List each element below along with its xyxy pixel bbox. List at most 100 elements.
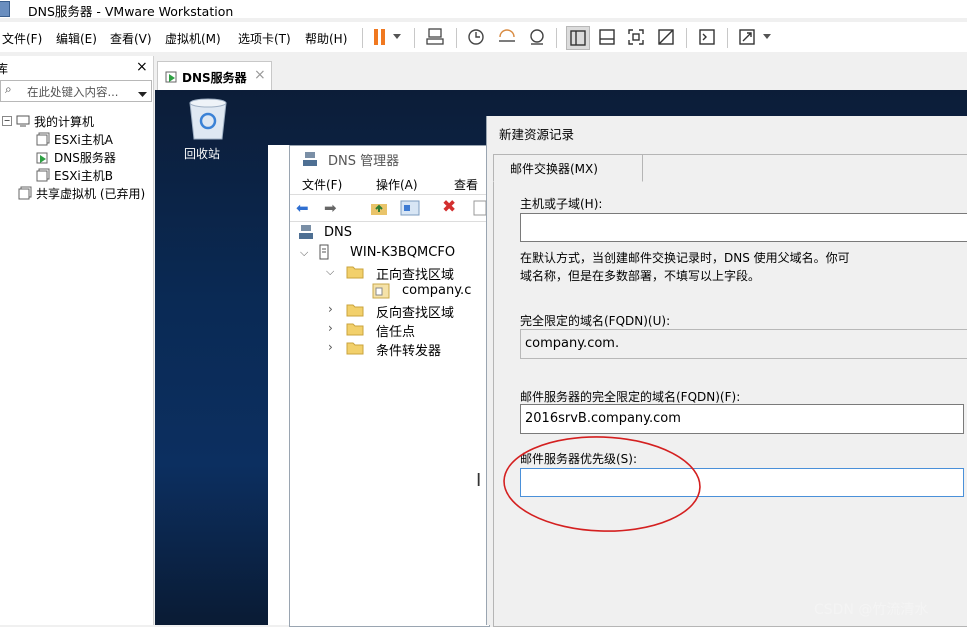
menu-tabs[interactable]: 选项卡(T) <box>238 30 291 47</box>
properties-icon[interactable] <box>473 200 487 216</box>
annotation-circle <box>503 436 701 532</box>
fullscreen-icon[interactable] <box>625 26 647 48</box>
mail-server-input[interactable]: 2016srvB.company.com <box>520 404 964 434</box>
window-title: DNS服务器 - VMware Workstation <box>28 4 234 19</box>
fqdn-field: company.com. <box>520 329 967 359</box>
library-panel: 库 × ⌕ 在此处键入内容... − 我的计算机 ESXi主机A DNS服务器 … <box>0 56 154 625</box>
dns-icon <box>299 225 313 239</box>
host-input[interactable] <box>520 213 967 242</box>
dns-menu-file[interactable]: 文件(F) <box>302 176 342 193</box>
snapshot-manager-icon[interactable] <box>526 26 548 48</box>
dns-tree-forward-zone[interactable]: 正向查找区域 <box>376 264 454 283</box>
running-vm-icon <box>36 152 48 164</box>
hint-line-2: 域名称，但是在多数部署，不填写以上字段。 <box>520 269 761 283</box>
tree-vm-esxi-b[interactable]: ESXi主机B <box>36 166 113 184</box>
dns-tree-root[interactable]: DNS <box>324 225 352 240</box>
expand-trust-icon[interactable]: › <box>328 321 333 335</box>
tree-my-computer-label: 我的计算机 <box>34 114 95 129</box>
text-cursor-icon: I <box>476 470 482 491</box>
snapshot-icon[interactable] <box>465 26 487 48</box>
vmware-app-icon <box>0 1 10 17</box>
tree-my-computer[interactable]: − 我的计算机 <box>0 112 94 130</box>
expand-forwarders-icon[interactable]: › <box>328 340 333 354</box>
tab-label: DNS服务器 <box>182 71 247 85</box>
computer-icon <box>16 115 30 127</box>
vm-tab-strip <box>155 56 967 90</box>
zone-icon <box>372 283 390 299</box>
forward-arrow-icon[interactable]: ➡ <box>324 199 337 217</box>
tab-dns-server[interactable]: DNS服务器 × <box>157 61 272 90</box>
stretch-icon[interactable] <box>736 26 758 48</box>
menu-vm[interactable]: 虚拟机(M) <box>165 30 221 47</box>
chevron-down-icon[interactable] <box>390 26 404 48</box>
mail-server-label: 邮件服务器的完全限定的域名(FQDN)(F): <box>520 390 741 404</box>
close-tab-icon[interactable]: × <box>254 67 266 83</box>
shared-vm-icon <box>18 186 32 200</box>
up-folder-icon[interactable] <box>370 200 388 216</box>
running-vm-icon <box>165 71 177 83</box>
console-view-icon[interactable] <box>596 26 618 48</box>
delete-icon[interactable]: ✖ <box>442 197 456 217</box>
tab-mx-label: 邮件交换器(MX) <box>510 162 598 176</box>
dns-tree-server[interactable]: WIN-K3BQMCFO <box>350 245 455 260</box>
send-ctrl-alt-del-icon[interactable] <box>424 26 446 48</box>
sidebar-view-icon[interactable] <box>566 26 590 50</box>
menu-view[interactable]: 查看(V) <box>110 30 152 47</box>
watermark: CSDN @竹流清水 <box>814 602 929 618</box>
server-icon <box>319 244 329 260</box>
folder-icon <box>346 342 364 355</box>
library-search-box[interactable]: ⌕ 在此处键入内容... <box>0 80 152 102</box>
tree-vm-esxi-a-label: ESXi主机A <box>54 132 113 147</box>
menu-toolbar: 文件(F) 编辑(E) 查看(V) 虚拟机(M) 选项卡(T) 帮助(H) <box>0 22 967 52</box>
folder-icon <box>346 323 364 336</box>
tree-shared-vms[interactable]: 共享虚拟机 (已弃用) <box>18 184 145 202</box>
dns-tree-reverse-zone[interactable]: 反向查找区域 <box>376 302 454 321</box>
expand-forward-icon[interactable]: ⌵ <box>326 265 334 279</box>
dns-menu-view[interactable]: 查看 <box>454 176 478 193</box>
terminal-icon[interactable] <box>696 26 718 48</box>
tab-mx[interactable]: 邮件交换器(MX) <box>493 154 643 182</box>
tree-vm-esxi-b-label: ESXi主机B <box>54 168 113 183</box>
unity-icon[interactable] <box>655 26 677 48</box>
dns-toolbar: ⬅ ➡ ✖ <box>290 194 489 222</box>
host-label: 主机或子域(H): <box>520 197 603 211</box>
folder-icon <box>346 304 364 317</box>
expand-server-icon[interactable]: ⌵ <box>300 246 308 260</box>
dns-tree-zone-company[interactable]: company.c <box>402 283 471 298</box>
menu-file[interactable]: 文件(F) <box>2 30 42 47</box>
tree-vm-dns[interactable]: DNS服务器 <box>36 148 116 166</box>
tree-vm-dns-label: DNS服务器 <box>54 150 116 165</box>
expand-reverse-icon[interactable]: › <box>328 302 333 316</box>
dns-menu-action[interactable]: 操作(A) <box>376 176 418 193</box>
vm-icon <box>36 168 50 182</box>
window-title-bar: DNS服务器 - VMware Workstation <box>0 0 967 19</box>
pause-icon[interactable] <box>369 26 391 48</box>
dns-manager-title: DNS 管理器 <box>328 154 400 169</box>
background-window-edge <box>268 145 290 625</box>
collapse-icon[interactable]: − <box>2 116 12 126</box>
dialog-title: 新建资源记录 <box>499 127 575 142</box>
library-title: 库 <box>0 62 9 76</box>
menu-edit[interactable]: 编辑(E) <box>56 30 97 47</box>
revert-snapshot-icon[interactable] <box>496 26 518 48</box>
dns-tree-conditional-forwarders[interactable]: 条件转发器 <box>376 340 441 359</box>
search-dropdown-icon[interactable] <box>138 87 147 101</box>
tree-vm-esxi-a[interactable]: ESXi主机A <box>36 130 113 148</box>
search-placeholder: 在此处键入内容... <box>27 85 119 99</box>
recycle-bin-label: 回收站 <box>184 147 221 161</box>
back-arrow-icon[interactable]: ⬅ <box>296 199 309 217</box>
mail-server-value: 2016srvB.company.com <box>525 411 681 426</box>
search-icon: ⌕ <box>5 82 12 96</box>
folder-icon <box>346 266 364 279</box>
vm-icon <box>36 132 50 146</box>
hint-line-1: 在默认方式，当创建邮件交换记录时，DNS 使用父域名。你可 <box>520 251 850 265</box>
menu-help[interactable]: 帮助(H) <box>305 30 347 47</box>
recycle-bin-icon[interactable] <box>182 97 234 141</box>
stretch-menu-chevron-icon[interactable] <box>760 26 774 48</box>
close-library-icon[interactable]: × <box>136 59 148 75</box>
new-resource-record-dialog: 新建资源记录 邮件交换器(MX) 主机或子域(H): 在默认方式，当创建邮件交换… <box>486 116 967 627</box>
console-tree-icon[interactable] <box>400 199 420 216</box>
tree-shared-vms-label: 共享虚拟机 (已弃用) <box>36 186 146 201</box>
fqdn-label: 完全限定的域名(FQDN)(U): <box>520 314 671 328</box>
dns-tree-trust-points[interactable]: 信任点 <box>376 321 415 340</box>
